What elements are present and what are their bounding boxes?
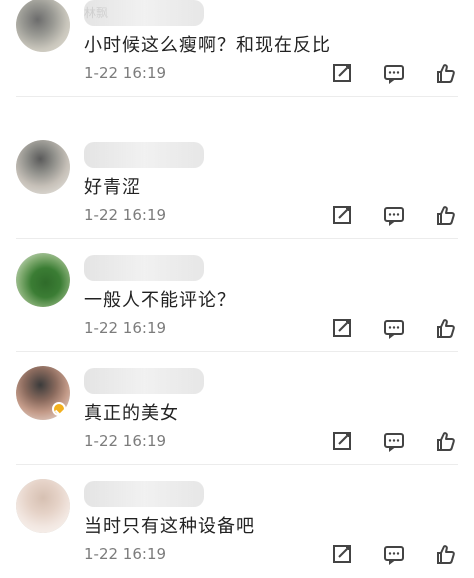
- comment-time: 1-22 16:19: [84, 206, 167, 224]
- avatar-image: [16, 0, 70, 52]
- edit-share-icon[interactable]: [332, 430, 354, 452]
- comment-text: 一般人不能评论？: [84, 290, 236, 311]
- divider: [16, 96, 458, 97]
- verified-badge: [52, 402, 66, 416]
- comment-text: 真正的美女: [84, 403, 179, 424]
- comment-actions: [332, 62, 458, 84]
- thumbs-up-icon[interactable]: [434, 543, 456, 565]
- thumbs-up-icon[interactable]: [434, 62, 456, 84]
- avatar-image: [16, 479, 70, 533]
- comment-actions: [332, 204, 458, 226]
- comment-icon[interactable]: [383, 543, 405, 565]
- comment-icon[interactable]: [383, 430, 405, 452]
- avatar[interactable]: [16, 0, 70, 52]
- avatar[interactable]: [16, 253, 70, 307]
- comment-time: 1-22 16:19: [84, 432, 167, 450]
- edit-share-icon[interactable]: [332, 543, 354, 565]
- username-text: 林飘: [84, 6, 109, 20]
- avatar-image: [16, 253, 70, 307]
- comment-time: 1-22 16:19: [84, 319, 167, 337]
- comment-icon[interactable]: [383, 317, 405, 339]
- avatar[interactable]: [16, 479, 70, 533]
- comment-text: 好青涩: [84, 177, 141, 198]
- comment-text: 当时只有这种设备吧: [84, 516, 255, 537]
- comment-item: 一般人不能评论？ 1-22 16:19: [0, 239, 474, 352]
- edit-share-icon[interactable]: [332, 204, 354, 226]
- comment-time: 1-22 16:19: [84, 545, 167, 563]
- comment-item: 好青涩 1-22 16:19: [0, 126, 474, 239]
- thumbs-up-icon[interactable]: [434, 430, 456, 452]
- thumbs-up-icon[interactable]: [434, 204, 456, 226]
- edit-share-icon[interactable]: [332, 62, 354, 84]
- comment-time: 1-22 16:19: [84, 64, 167, 82]
- username-blurred[interactable]: [84, 255, 204, 281]
- comment-feed: 林飘 小时候这么瘦啊？和现在反比 1-22 16:19 好青涩 1-22 16:…: [0, 0, 474, 565]
- username-blurred[interactable]: [84, 481, 204, 507]
- username-blurred[interactable]: 林飘: [84, 0, 204, 26]
- edit-share-icon[interactable]: [332, 317, 354, 339]
- comment-text: 小时候这么瘦啊？和现在反比: [84, 35, 331, 56]
- avatar[interactable]: [16, 140, 70, 194]
- comment-actions: [332, 543, 458, 565]
- username-blurred[interactable]: [84, 142, 204, 168]
- comment-actions: [332, 317, 458, 339]
- comment-icon[interactable]: [383, 204, 405, 226]
- avatar-image: [16, 140, 70, 194]
- thumbs-up-icon[interactable]: [434, 317, 456, 339]
- comment-item: 真正的美女 1-22 16:19: [0, 352, 474, 465]
- comment-item: 林飘 小时候这么瘦啊？和现在反比 1-22 16:19: [0, 0, 474, 97]
- username-blurred[interactable]: [84, 368, 204, 394]
- comment-item: 当时只有这种设备吧 1-22 16:19: [0, 465, 474, 578]
- comment-actions: [332, 430, 458, 452]
- comment-icon[interactable]: [383, 62, 405, 84]
